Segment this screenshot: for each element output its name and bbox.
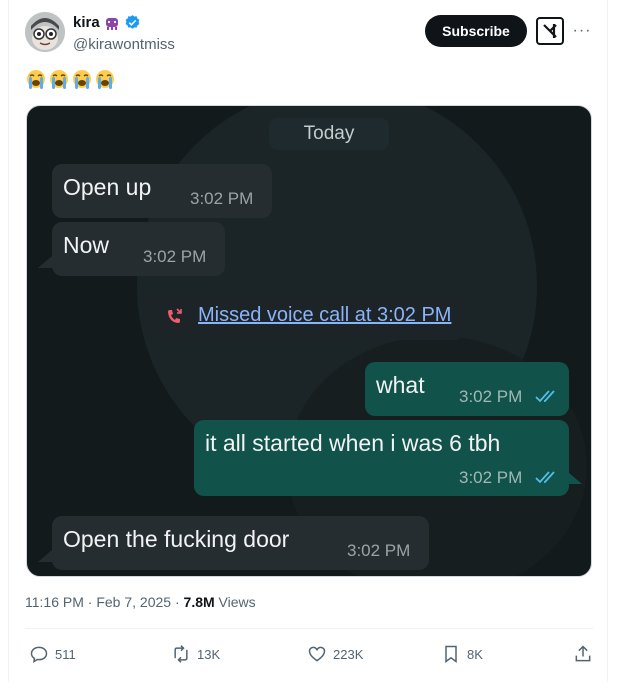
loudly-crying-face-icon	[48, 68, 70, 90]
loudly-crying-face-icon	[71, 68, 93, 90]
date-chip: Today	[269, 118, 389, 150]
share-button[interactable]	[573, 640, 593, 668]
message-text: it all started when i was 6 tbh	[205, 430, 501, 456]
message-time: 3:02 PM	[347, 541, 411, 560]
message-text: what	[376, 372, 425, 398]
message-text: Open up	[63, 174, 152, 200]
tweet-meta: 11:16 PM · Feb 7, 2025 · 7.8M Views	[25, 594, 256, 610]
views-count: 7.8M	[183, 594, 215, 610]
meta-separator: ·	[174, 594, 180, 610]
bookmark-button[interactable]: 8K	[441, 640, 483, 668]
loudly-crying-face-icon	[25, 68, 47, 90]
missed-call-icon	[168, 308, 182, 323]
incoming-message-bubble: Now 3:02 PM	[52, 222, 225, 276]
message-time: 3:02 PM	[459, 387, 523, 406]
repost-icon	[174, 645, 188, 663]
alien-emoji-icon	[104, 15, 120, 31]
double-check-icon	[535, 390, 555, 403]
reply-count: 511	[55, 646, 76, 662]
more-options-icon[interactable]: ···	[571, 20, 593, 42]
bubble-tail	[38, 550, 52, 562]
share-icon	[575, 645, 591, 662]
missed-call-link[interactable]: Missed voice call at 3:02 PM	[198, 304, 451, 327]
tweet-date[interactable]: Feb 7, 2025	[96, 594, 171, 610]
author-handle[interactable]: @kirawontmiss	[73, 36, 175, 53]
loudly-crying-face-icon	[94, 68, 116, 90]
like-count: 223K	[333, 646, 364, 662]
views-label: Views	[218, 594, 256, 610]
bubble-tail	[568, 472, 582, 484]
incoming-message-bubble: Open up 3:02 PM	[52, 164, 272, 218]
repost-button[interactable]: 13K	[171, 640, 220, 668]
tweet-card: kira @kirawontmiss Subscribe ··· Today O…	[8, 0, 608, 682]
incoming-message-bubble: Open the fucking door 3:02 PM	[52, 516, 429, 570]
chat-screenshot-image[interactable]: Today Open up 3:02 PM Now 3:02 PM Missed…	[26, 105, 592, 577]
display-name[interactable]: kira	[73, 14, 100, 31]
avatar[interactable]	[25, 12, 65, 52]
reply-icon	[30, 646, 48, 663]
double-check-icon	[535, 471, 555, 484]
heart-icon	[308, 646, 326, 662]
outgoing-message-bubble: what 3:02 PM	[365, 362, 569, 416]
author-name-row[interactable]: kira	[73, 14, 141, 31]
tweet-time[interactable]: 11:16 PM	[25, 594, 84, 610]
action-bar: 511 13K 223K 8K	[25, 640, 593, 668]
message-time: 3:02 PM	[143, 247, 207, 266]
message-text: Open the fucking door	[63, 526, 290, 552]
repost-count: 13K	[197, 646, 221, 662]
meta-separator: ·	[87, 594, 93, 610]
message-time: 3:02 PM	[190, 189, 254, 208]
like-button[interactable]: 223K	[307, 640, 363, 668]
tweet-text	[25, 68, 116, 90]
subscribe-button[interactable]: Subscribe	[425, 15, 527, 47]
divider	[25, 628, 593, 629]
outgoing-message-bubble: it all started when i was 6 tbh 3:02 PM	[194, 420, 569, 496]
bookmark-icon	[445, 645, 457, 663]
reply-button[interactable]: 511	[29, 640, 76, 668]
message-time: 3:02 PM	[459, 468, 523, 487]
bubble-tail	[38, 256, 52, 268]
missed-call-notice[interactable]: Missed voice call at 3:02 PM	[146, 292, 463, 340]
message-text: Now	[63, 232, 110, 258]
grok-icon[interactable]	[536, 17, 564, 45]
verified-badge-icon[interactable]	[124, 14, 141, 31]
bookmark-count: 8K	[467, 646, 483, 662]
